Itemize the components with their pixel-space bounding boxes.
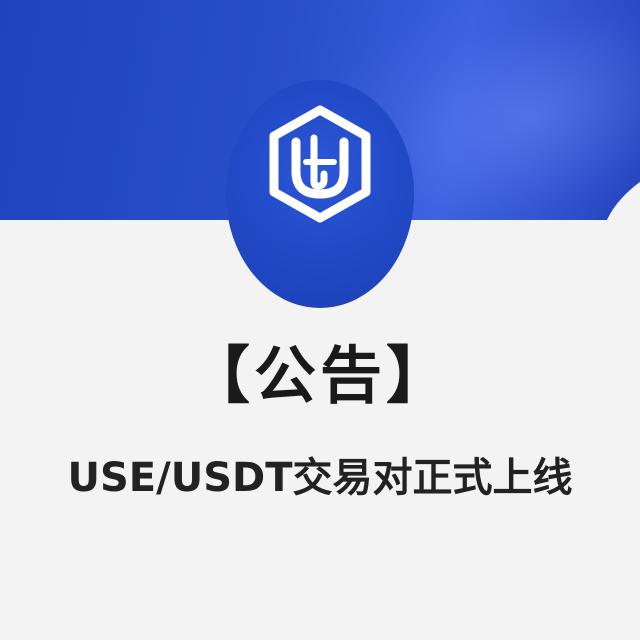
announcement-headline: USE/USDT交易对正式上线 [67, 455, 573, 501]
hexagon-u-logo-icon [269, 105, 371, 223]
announcement-tag: 【公告】 [187, 339, 452, 412]
